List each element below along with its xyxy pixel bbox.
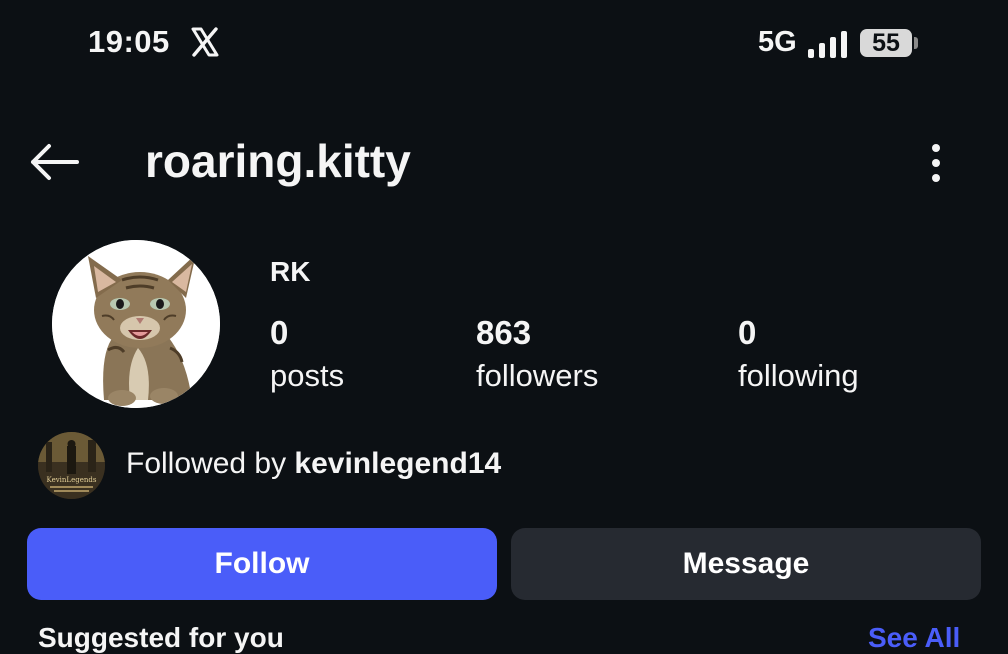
mutual-follower-avatar[interactable]: KevinLegends	[38, 432, 105, 499]
followers-count: 863	[476, 314, 532, 351]
kitten-photo	[52, 240, 220, 408]
display-name: RK	[270, 256, 311, 287]
suggested-section-title: Suggested for you	[38, 622, 284, 653]
battery-tip	[914, 37, 918, 49]
followed-by-user[interactable]: kevinlegend14	[294, 447, 501, 480]
battery-level: 55	[872, 29, 900, 57]
x-logo-icon	[191, 27, 219, 57]
poster-title: KevinLegends	[47, 476, 97, 484]
more-vertical-icon[interactable]	[924, 142, 948, 184]
followed-by-text[interactable]: Followed by kevinlegend14	[126, 447, 501, 481]
message-button[interactable]: Message	[511, 528, 981, 600]
followers-stat[interactable]: 863 followers	[476, 314, 598, 394]
posts-label: posts	[270, 358, 345, 393]
battery-icon: 55	[860, 29, 912, 57]
profile-username: roaring.kitty	[145, 135, 411, 187]
posts-count: 0	[270, 314, 289, 351]
followed-by-prefix: Followed by	[126, 447, 295, 480]
followers-label: followers	[476, 358, 599, 393]
posts-stat[interactable]: 0 posts	[270, 314, 344, 394]
poster-thumbnail: KevinLegends	[38, 432, 105, 499]
see-all-link[interactable]: See All	[868, 622, 960, 654]
following-count: 0	[738, 314, 757, 351]
network-type-label: 5G	[758, 26, 797, 58]
signal-strength-icon	[808, 30, 848, 58]
profile-avatar[interactable]	[52, 240, 220, 408]
following-label: following	[738, 358, 859, 393]
back-arrow-icon[interactable]	[28, 142, 80, 182]
following-stat[interactable]: 0 following	[738, 314, 859, 394]
follow-button[interactable]: Follow	[27, 528, 497, 600]
status-time: 19:05	[88, 24, 170, 59]
